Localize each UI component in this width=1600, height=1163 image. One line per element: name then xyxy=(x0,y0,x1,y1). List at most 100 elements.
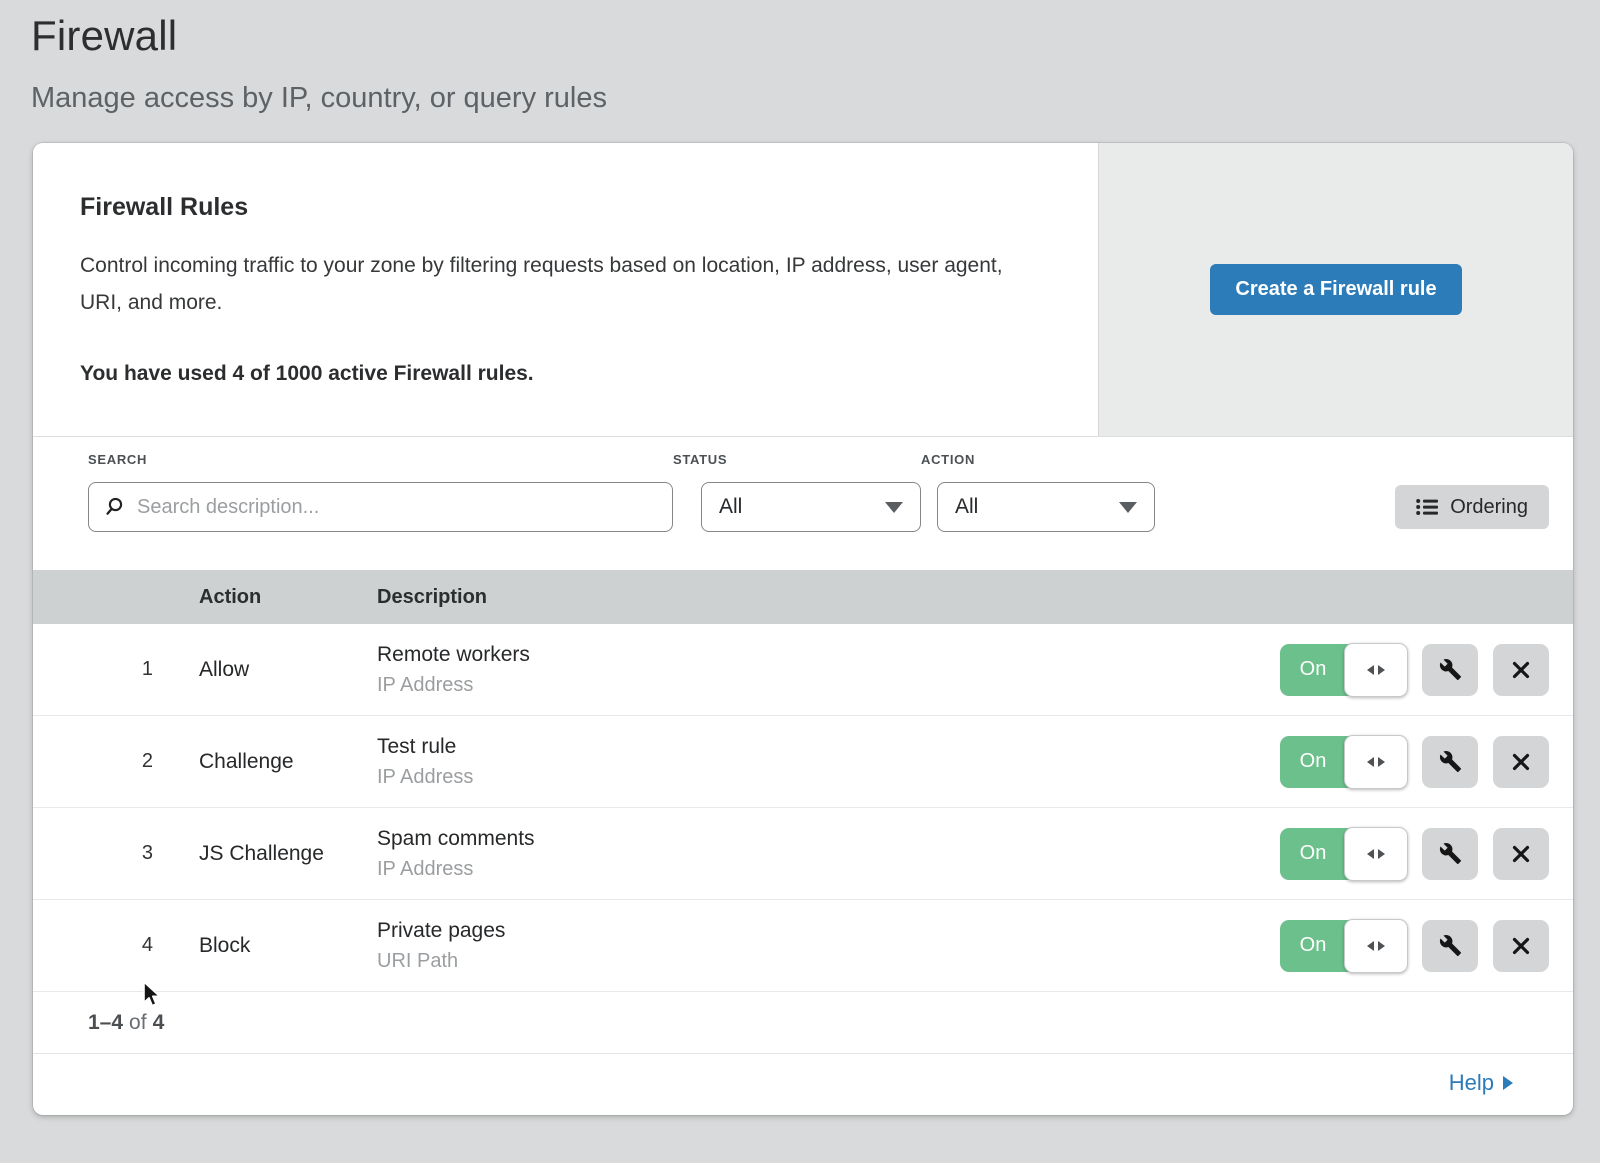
status-filter-group: STATUS All xyxy=(673,452,921,532)
wrench-icon xyxy=(1439,934,1462,957)
rule-number: 2 xyxy=(33,750,199,773)
ordering-button[interactable]: Ordering xyxy=(1395,485,1549,529)
arrow-right-icon xyxy=(1378,849,1385,859)
wrench-icon xyxy=(1439,658,1462,681)
rule-action: JS Challenge xyxy=(199,842,377,866)
rule-match-type: URI Path xyxy=(377,950,1280,973)
rule-number: 1 xyxy=(33,658,199,681)
help-row: Help xyxy=(33,1054,1573,1112)
toggle-knob[interactable] xyxy=(1344,643,1408,697)
close-icon xyxy=(1511,936,1531,956)
edit-rule-button[interactable] xyxy=(1422,828,1478,880)
arrow-left-icon xyxy=(1367,849,1374,859)
rule-action: Challenge xyxy=(199,750,377,774)
action-filter-group: ACTION All xyxy=(921,452,1155,532)
close-icon xyxy=(1511,752,1531,772)
rule-number: 3 xyxy=(33,842,199,865)
rule-match-type: IP Address xyxy=(377,674,1280,697)
toggle-knob[interactable] xyxy=(1344,919,1408,973)
delete-rule-button[interactable] xyxy=(1493,644,1549,696)
arrow-right-icon xyxy=(1378,757,1385,767)
rule-description: Remote workers IP Address xyxy=(377,643,1280,697)
status-selected-value: All xyxy=(719,495,742,519)
pagination-of-label: of xyxy=(129,1011,147,1035)
rule-description: Private pages URI Path xyxy=(377,919,1280,973)
filter-bar: SEARCH STATUS All ACTION All xyxy=(33,437,1573,570)
action-selected-value: All xyxy=(955,495,978,519)
pagination-range: 1–4 xyxy=(88,1011,123,1035)
rule-description-title: Private pages xyxy=(377,919,1280,943)
delete-rule-button[interactable] xyxy=(1493,920,1549,972)
action-label: ACTION xyxy=(921,452,1155,467)
rule-controls: On xyxy=(1280,828,1573,880)
wrench-icon xyxy=(1439,842,1462,865)
help-link[interactable]: Help xyxy=(1449,1070,1513,1096)
toggle-on-label: On xyxy=(1280,736,1346,788)
pagination-total: 4 xyxy=(153,1011,165,1035)
arrow-right-icon xyxy=(1378,665,1385,675)
table-header: Action Description xyxy=(33,570,1573,624)
search-icon xyxy=(103,496,125,518)
table-row: 2 Challenge Test rule IP Address On xyxy=(33,716,1573,808)
table-row: 4 Block Private pages URI Path On xyxy=(33,900,1573,992)
hero-action-panel: Create a Firewall rule xyxy=(1098,143,1573,436)
arrow-right-icon xyxy=(1378,941,1385,951)
search-label: SEARCH xyxy=(88,452,673,467)
toggle-on-label: On xyxy=(1280,920,1346,972)
ordering-button-label: Ordering xyxy=(1450,496,1528,519)
chevron-down-icon xyxy=(885,502,903,513)
rule-controls: On xyxy=(1280,644,1573,696)
rule-description-title: Remote workers xyxy=(377,643,1280,667)
action-select[interactable]: All xyxy=(937,482,1155,532)
rule-enabled-toggle[interactable]: On xyxy=(1280,920,1407,972)
table-row: 3 JS Challenge Spam comments IP Address … xyxy=(33,808,1573,900)
wrench-icon xyxy=(1439,750,1462,773)
rule-controls: On xyxy=(1280,736,1573,788)
hero-text-block: Firewall Rules Control incoming traffic … xyxy=(33,143,1098,436)
toggle-on-label: On xyxy=(1280,644,1346,696)
rule-description-title: Test rule xyxy=(377,735,1280,759)
page-header: Firewall Manage access by IP, country, o… xyxy=(0,0,1600,115)
rule-enabled-toggle[interactable]: On xyxy=(1280,736,1407,788)
arrow-left-icon xyxy=(1367,941,1374,951)
edit-rule-button[interactable] xyxy=(1422,920,1478,972)
arrow-left-icon xyxy=(1367,665,1374,675)
rule-number: 4 xyxy=(33,934,199,957)
firewall-rules-card: Firewall Rules Control incoming traffic … xyxy=(33,143,1573,1115)
close-icon xyxy=(1511,844,1531,864)
rule-description-title: Spam comments xyxy=(377,827,1280,851)
page-title: Firewall xyxy=(31,12,1600,60)
hero-description: Control incoming traffic to your zone by… xyxy=(80,248,1025,322)
rule-description: Spam comments IP Address xyxy=(377,827,1280,881)
create-firewall-rule-button[interactable]: Create a Firewall rule xyxy=(1210,264,1461,315)
column-action: Action xyxy=(199,586,377,609)
pagination: 1–4 of 4 xyxy=(33,992,1573,1054)
search-input[interactable] xyxy=(135,495,658,520)
status-label: STATUS xyxy=(673,452,921,467)
column-description: Description xyxy=(377,586,1573,609)
search-filter-group: SEARCH xyxy=(88,452,673,532)
status-select[interactable]: All xyxy=(701,482,921,532)
rule-match-type: IP Address xyxy=(377,858,1280,881)
rule-enabled-toggle[interactable]: On xyxy=(1280,644,1407,696)
rule-enabled-toggle[interactable]: On xyxy=(1280,828,1407,880)
hero-section: Firewall Rules Control incoming traffic … xyxy=(33,143,1573,437)
delete-rule-button[interactable] xyxy=(1493,736,1549,788)
edit-rule-button[interactable] xyxy=(1422,736,1478,788)
search-box[interactable] xyxy=(88,482,673,532)
table-row: 1 Allow Remote workers IP Address On xyxy=(33,624,1573,716)
triangle-right-icon xyxy=(1503,1076,1513,1090)
edit-rule-button[interactable] xyxy=(1422,644,1478,696)
page-subtitle: Manage access by IP, country, or query r… xyxy=(31,82,1600,115)
bulleted-list-icon xyxy=(1416,498,1438,516)
rule-description: Test rule IP Address xyxy=(377,735,1280,789)
rule-action: Block xyxy=(199,934,377,958)
help-link-label: Help xyxy=(1449,1070,1494,1096)
arrow-left-icon xyxy=(1367,757,1374,767)
toggle-knob[interactable] xyxy=(1344,827,1408,881)
usage-summary: You have used 4 of 1000 active Firewall … xyxy=(80,362,1038,386)
rule-action: Allow xyxy=(199,658,377,682)
close-icon xyxy=(1511,660,1531,680)
delete-rule-button[interactable] xyxy=(1493,828,1549,880)
toggle-knob[interactable] xyxy=(1344,735,1408,789)
